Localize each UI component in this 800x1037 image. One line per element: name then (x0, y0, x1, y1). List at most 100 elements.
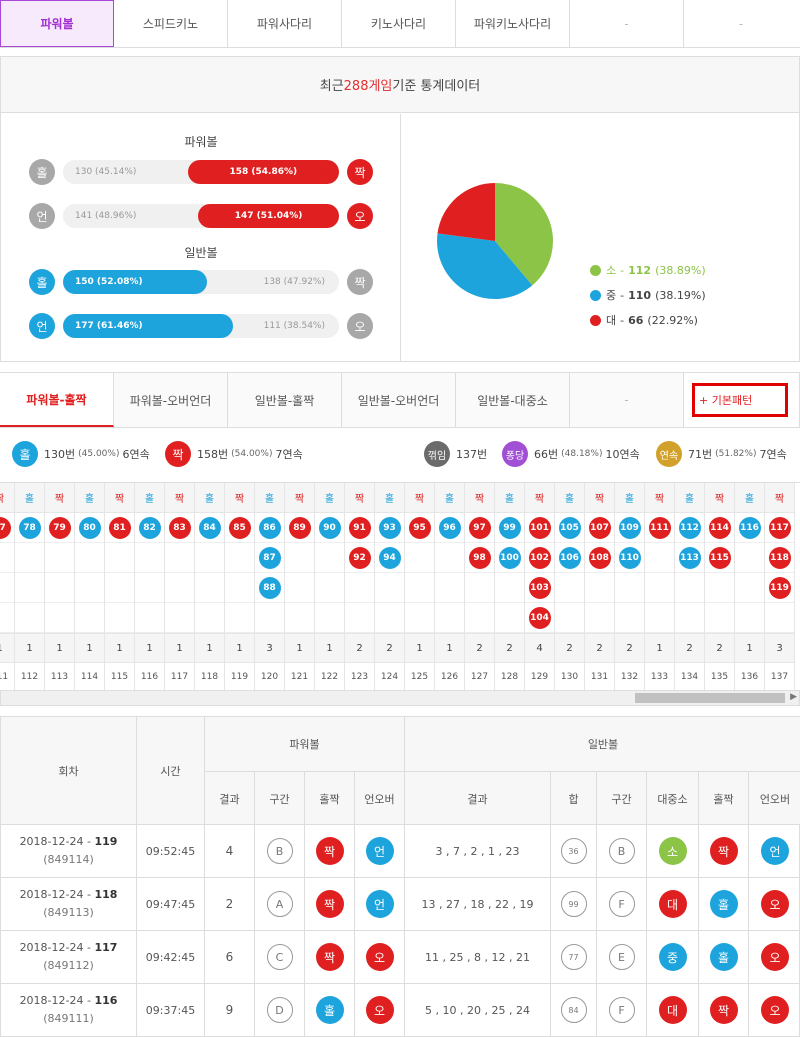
nav-powerball[interactable]: 파워볼 (0, 0, 114, 47)
bar-left-text: 130 (45.14%) (75, 167, 137, 177)
pattern-column-number: 137 (770, 672, 789, 682)
pattern-cell: 113 (675, 543, 704, 573)
pattern-cell: 98 (465, 543, 494, 573)
legend-medium-label: 중 (606, 289, 617, 302)
pattern-cell: 89 (285, 513, 314, 543)
summary-pct: (45.00%) (78, 449, 120, 459)
pattern-cell (285, 543, 314, 573)
pattern-cell (555, 603, 584, 633)
tab-empty: - (570, 373, 684, 427)
pattern-column-head: 홀 (315, 483, 344, 513)
pattern-ball: 85 (228, 516, 251, 539)
summary-badge: 퐁당 (502, 441, 528, 467)
nb-sum: 99 (560, 891, 587, 917)
pattern-column-number: 121 (290, 672, 309, 682)
stats-bars: 파워볼 홀 130 (45.14%) 158 (54.86%) 짝 언 141 … (1, 114, 401, 362)
pattern-column-head: 홀 (675, 483, 704, 513)
pattern-run-count: 1 (195, 633, 224, 663)
tab-normalball-oddeven[interactable]: 일반볼-홀짝 (228, 373, 342, 427)
pattern-ball: 91 (348, 516, 371, 539)
pattern-summary: 홀 130번 (45.00%) 6연속 짝 158번 (54.00%) 7연속 … (0, 428, 800, 482)
pattern-ball: 82 (138, 516, 161, 539)
pattern-scrollbar[interactable]: ▶ (0, 690, 800, 706)
bar-left-text: 150 (52.08%) (75, 277, 143, 287)
tab-normalball-size[interactable]: 일반볼-대중소 (456, 373, 570, 427)
nav-keno-ladder[interactable]: 키노사다리 (342, 0, 456, 47)
pattern-cell: 107 (585, 513, 614, 543)
pattern-cell (15, 603, 44, 633)
pattern-column-head: 홀 (435, 483, 464, 513)
table-row: 2018-12-24 - 118 (849113) 09:47:45 2 A 짝 언 13 ,… (1, 878, 800, 931)
round-id: (849114) (43, 853, 94, 866)
pattern-cell (465, 573, 494, 603)
round-number: 118 (94, 888, 118, 901)
pattern-ball: 104 (528, 606, 551, 629)
pattern-cell: 101 (525, 513, 554, 543)
nb-section: E (608, 944, 635, 970)
pattern-ball: 87 (258, 546, 281, 569)
nb-result: 3 , 7 , 2 , 1 , 23 (435, 844, 520, 858)
header-nb-size: 대중소 (647, 772, 699, 825)
pattern-ball: 118 (768, 546, 791, 569)
pattern-cell: 117 (765, 513, 794, 543)
nav-speedkeno[interactable]: 스피드키노 (114, 0, 228, 47)
tab-powerball-oddeven[interactable]: 파워볼-홀짝 (0, 373, 114, 427)
nb-oddeven-badge: 짝 (709, 837, 738, 865)
pattern-ball: 108 (588, 546, 611, 569)
nav-power-ladder[interactable]: 파워사다리 (228, 0, 342, 47)
pattern-column-head: 짝 (105, 483, 134, 513)
summary-count: 130번 (44, 448, 76, 461)
pattern-column: 홀 112 113 2 134 (675, 483, 705, 691)
pattern-column: 홀 84 1 118 (195, 483, 225, 691)
pattern-ball: 111 (648, 516, 671, 539)
pattern-cell: 118 (765, 543, 794, 573)
header-pb-section: 구간 (255, 772, 305, 825)
pattern-column: 홀 105 106 2 130 (555, 483, 585, 691)
pattern-column-number: 129 (530, 672, 549, 682)
nav-powerkeno-ladder[interactable]: 파워키노사다리 (456, 0, 570, 47)
pattern-ball: 115 (708, 546, 731, 569)
legend-medium-dot (590, 289, 601, 301)
pattern-run-count: 2 (375, 633, 404, 663)
tab-powerball-overunder[interactable]: 파워볼-오버언더 (114, 373, 228, 427)
pattern-cell (765, 603, 794, 633)
pattern-column: 짝 97 98 2 127 (465, 483, 495, 691)
pattern-ball: 89 (288, 516, 311, 539)
pattern-cell (645, 573, 674, 603)
pattern-cell (735, 573, 764, 603)
pattern-cell: 115 (705, 543, 734, 573)
pattern-run-count: 1 (15, 633, 44, 663)
basic-pattern-highlight[interactable]: + 기본패턴 (692, 383, 788, 417)
pattern-cell (0, 573, 14, 603)
pattern-column-head: 홀 (75, 483, 104, 513)
legend-large-label: 대 (606, 314, 617, 327)
scrollbar-thumb[interactable] (635, 693, 785, 703)
pattern-ball: 112 (678, 516, 701, 539)
pattern-cell (165, 543, 194, 573)
pattern-column-number: 113 (50, 672, 69, 682)
pattern-cell (135, 573, 164, 603)
size-distribution: 소 - 112 (38.89%) 중 - 110 (38.19%) 대 - 66… (402, 114, 800, 362)
bar-right-text: 147 (51.04%) (234, 211, 303, 221)
pattern-cell (705, 603, 734, 633)
pattern-ball: 106 (558, 546, 581, 569)
pattern-cell (105, 603, 134, 633)
pattern-ball: 100 (498, 546, 521, 569)
scroll-right-arrow-icon[interactable]: ▶ (790, 692, 797, 702)
tab-normalball-overunder[interactable]: 일반볼-오버언더 (342, 373, 456, 427)
header-nb-section: 구간 (597, 772, 647, 825)
pattern-cell: 78 (15, 513, 44, 543)
pattern-ball: 93 (378, 516, 401, 539)
tab-basic-pattern[interactable]: + 기본패턴 (684, 373, 800, 427)
pattern-column: 짝771111 (0, 483, 15, 691)
nb-sum: 77 (560, 944, 587, 970)
pattern-cell: 94 (375, 543, 404, 573)
under-label: 언 (29, 203, 55, 229)
summary-even: 짝 158번 (54.00%) 7연속 (165, 441, 303, 467)
pattern-ball: 95 (408, 516, 431, 539)
nb-overunder-badge: 오 (761, 943, 789, 971)
pattern-run-count: 1 (735, 633, 764, 663)
over-label: 오 (347, 203, 373, 229)
pattern-column-number: 118 (200, 672, 219, 682)
round-cell: 2018-12-24 - 116 (849111) (20, 992, 118, 1028)
